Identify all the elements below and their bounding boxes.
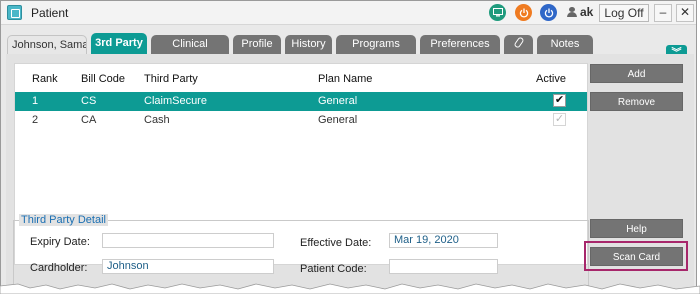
tab-notes[interactable]: Notes	[537, 35, 593, 54]
cell-rank: 2	[32, 114, 39, 126]
cell-bill-code: CS	[81, 95, 97, 107]
window-title: Patient	[31, 6, 69, 20]
column-header-plan-name[interactable]: Plan Name	[318, 73, 372, 85]
tab-programs[interactable]: Programs	[336, 35, 416, 54]
logout-icon[interactable]	[540, 4, 557, 21]
column-header-active[interactable]: Active	[536, 73, 566, 85]
column-header-rank[interactable]: Rank	[32, 73, 58, 85]
active-checkbox[interactable]: ✓	[553, 113, 566, 126]
cell-plan-name: General	[318, 95, 358, 107]
power-icon[interactable]	[515, 4, 532, 21]
cell-third-party: Cash	[144, 114, 170, 126]
tab-3rd-party[interactable]: 3rd Party	[91, 33, 147, 54]
expiry-date-label: Expiry Date:	[30, 236, 90, 248]
close-button[interactable]: ✕	[676, 4, 694, 22]
active-checkbox[interactable]: ✔	[553, 94, 566, 107]
column-header-third-party[interactable]: Third Party	[144, 73, 198, 85]
patient-code-label: Patient Code:	[300, 263, 367, 275]
remove-button[interactable]: Remove	[590, 92, 683, 111]
cardholder-field[interactable]: Johnson	[102, 259, 274, 274]
paperclip-icon	[512, 36, 525, 49]
minimize-button[interactable]: –	[654, 4, 672, 22]
patient-window: Patient ak Log Off – ✕ Johnson, Saman 3r…	[0, 0, 697, 294]
monitor-icon[interactable]	[489, 4, 506, 21]
column-header-bill-code[interactable]: Bill Code	[81, 73, 125, 85]
scan-card-highlight	[584, 241, 688, 271]
detail-legend: Third Party Detail	[19, 214, 108, 226]
user-name: ak	[580, 5, 594, 19]
help-button[interactable]: Help	[590, 219, 683, 238]
tab-history[interactable]: History	[285, 35, 332, 54]
app-logo-icon	[7, 5, 22, 20]
table-row[interactable]: 2 CA Cash General ✓	[15, 111, 587, 130]
table-row[interactable]: 1 CS ClaimSecure General ✔	[15, 92, 587, 111]
effective-date-label: Effective Date:	[300, 237, 372, 249]
cell-bill-code: CA	[81, 114, 97, 126]
cell-plan-name: General	[318, 114, 358, 126]
title-bar: Patient ak Log Off – ✕	[1, 1, 696, 25]
user-icon	[567, 7, 577, 17]
effective-date-field[interactable]: Mar 19, 2020	[389, 233, 498, 248]
add-button[interactable]: Add	[590, 64, 683, 83]
tab-profile[interactable]: Profile	[233, 35, 281, 54]
table-header: Rank Bill Code Third Party Plan Name Act…	[15, 64, 587, 92]
patient-code-field[interactable]	[389, 259, 498, 274]
cardholder-label: Cardholder:	[30, 262, 88, 274]
torn-edge	[0, 283, 700, 294]
tab-attachments[interactable]	[504, 35, 533, 54]
tab-bar: Johnson, Saman 3rd Party Clinical Profil…	[1, 33, 696, 54]
tab-patient-name[interactable]: Johnson, Saman	[7, 35, 87, 54]
tab-preferences[interactable]: Preferences	[420, 35, 500, 54]
expiry-date-field[interactable]	[102, 233, 274, 248]
cell-third-party: ClaimSecure	[144, 95, 207, 107]
current-user: ak	[567, 5, 593, 19]
cell-rank: 1	[32, 95, 39, 107]
tab-clinical[interactable]: Clinical	[151, 35, 229, 54]
logoff-button[interactable]: Log Off	[599, 4, 649, 22]
